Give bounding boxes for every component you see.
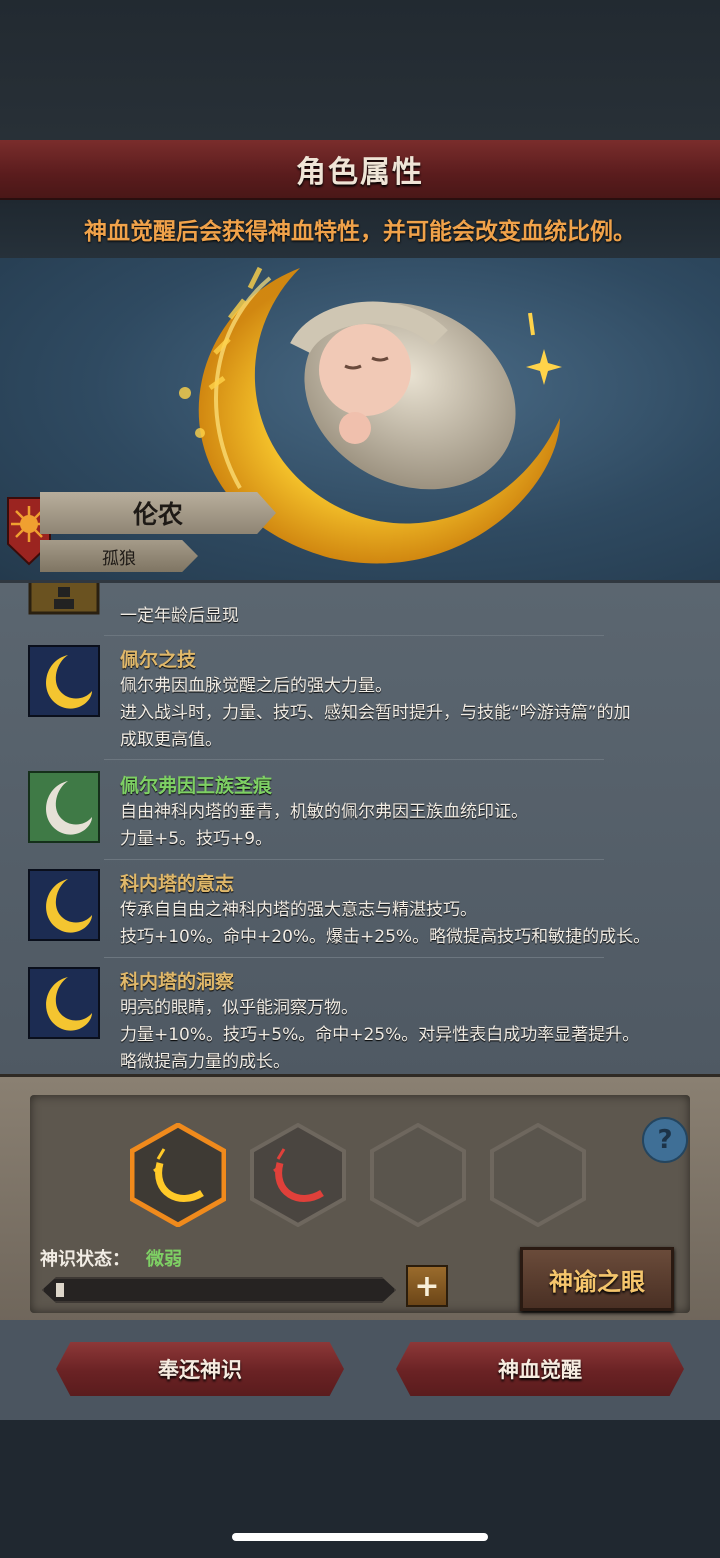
awakening-panel: ? 神识状态： 微弱 + 神谕之眼: [0, 1074, 720, 1323]
golden-moon-icon: [28, 967, 100, 1039]
empty-slot[interactable]: [370, 1123, 466, 1227]
golden-moon-icon: [28, 645, 100, 717]
trait-name: 科内塔的意志: [120, 873, 235, 895]
divider: [104, 957, 604, 958]
help-icon[interactable]: ?: [642, 1117, 688, 1163]
home-indicator[interactable]: [232, 1533, 488, 1541]
top-background: [0, 0, 720, 140]
trait-desc: 一定年龄后显现: [120, 606, 239, 626]
baby: [304, 302, 516, 490]
trait-name: 佩尔之技: [120, 649, 197, 671]
divider: [104, 859, 604, 860]
red-moon-slot[interactable]: [250, 1123, 346, 1227]
divider: [104, 759, 604, 760]
divine-progress-bar: [42, 1277, 396, 1303]
divine-state-value: 微弱: [146, 1249, 182, 1270]
bottom-action-bar: 奉还神识 神血觉醒: [0, 1320, 720, 1420]
title-banner: 角色属性: [0, 140, 720, 200]
page-subtitle: 神血觉醒后会获得神血特性，并可能会改变血统比例。: [84, 219, 636, 245]
trait-list[interactable]: 一定年龄后显现 佩尔之技 佩尔弗因血脉觉醒之后的强大力量。 进入战斗时，力量、技…: [0, 580, 720, 1077]
return-divinity-button[interactable]: 奉还神识: [56, 1342, 344, 1396]
divine-blood-awaken-button[interactable]: 神血觉醒: [396, 1342, 684, 1396]
trait-desc: 佩尔弗因血脉觉醒之后的强大力量。 进入战斗时，力量、技巧、感知会暂时提升，与技能…: [120, 676, 631, 750]
character-clan: 孤狼: [102, 548, 136, 569]
golden-moon-icon: [28, 869, 100, 941]
empty-slot[interactable]: [490, 1123, 586, 1227]
silver-moon-icon: [28, 771, 100, 843]
divine-state-label: 神识状态：: [40, 1249, 130, 1270]
golden-moon-slot[interactable]: [130, 1123, 226, 1227]
trait-desc: 明亮的眼睛，似乎能洞察万物。 力量+10%。技巧+5%。命中+25%。对异性表白…: [120, 998, 640, 1072]
name-plate: 伦农: [0, 490, 280, 536]
divider: [104, 635, 604, 636]
character-name: 伦农: [132, 500, 183, 529]
oracle-eye-button[interactable]: 神谕之眼: [520, 1247, 674, 1311]
awakening-inner: ? 神识状态： 微弱 + 神谕之眼: [30, 1095, 690, 1313]
trait-desc: 传承自自由之神科内塔的强大意志与精湛技巧。 技巧+10%。命中+20%。爆击+2…: [120, 900, 651, 947]
page-title: 角色属性: [296, 155, 424, 190]
trait-desc: 自由神科内塔的垂青，机敏的佩尔弗因王族血统印证。 力量+5。技巧+9。: [120, 802, 528, 849]
clan-plate: 孤狼: [40, 540, 198, 572]
subtitle-bar: 神血觉醒后会获得神血特性，并可能会改变血统比例。: [0, 200, 720, 258]
trait-name: 佩尔弗因王族圣痕: [120, 775, 273, 797]
trait-name: 科内塔的洞察: [120, 971, 235, 993]
lock-icon: [28, 583, 100, 615]
progress-fill: [56, 1283, 64, 1297]
add-button[interactable]: +: [406, 1265, 448, 1307]
